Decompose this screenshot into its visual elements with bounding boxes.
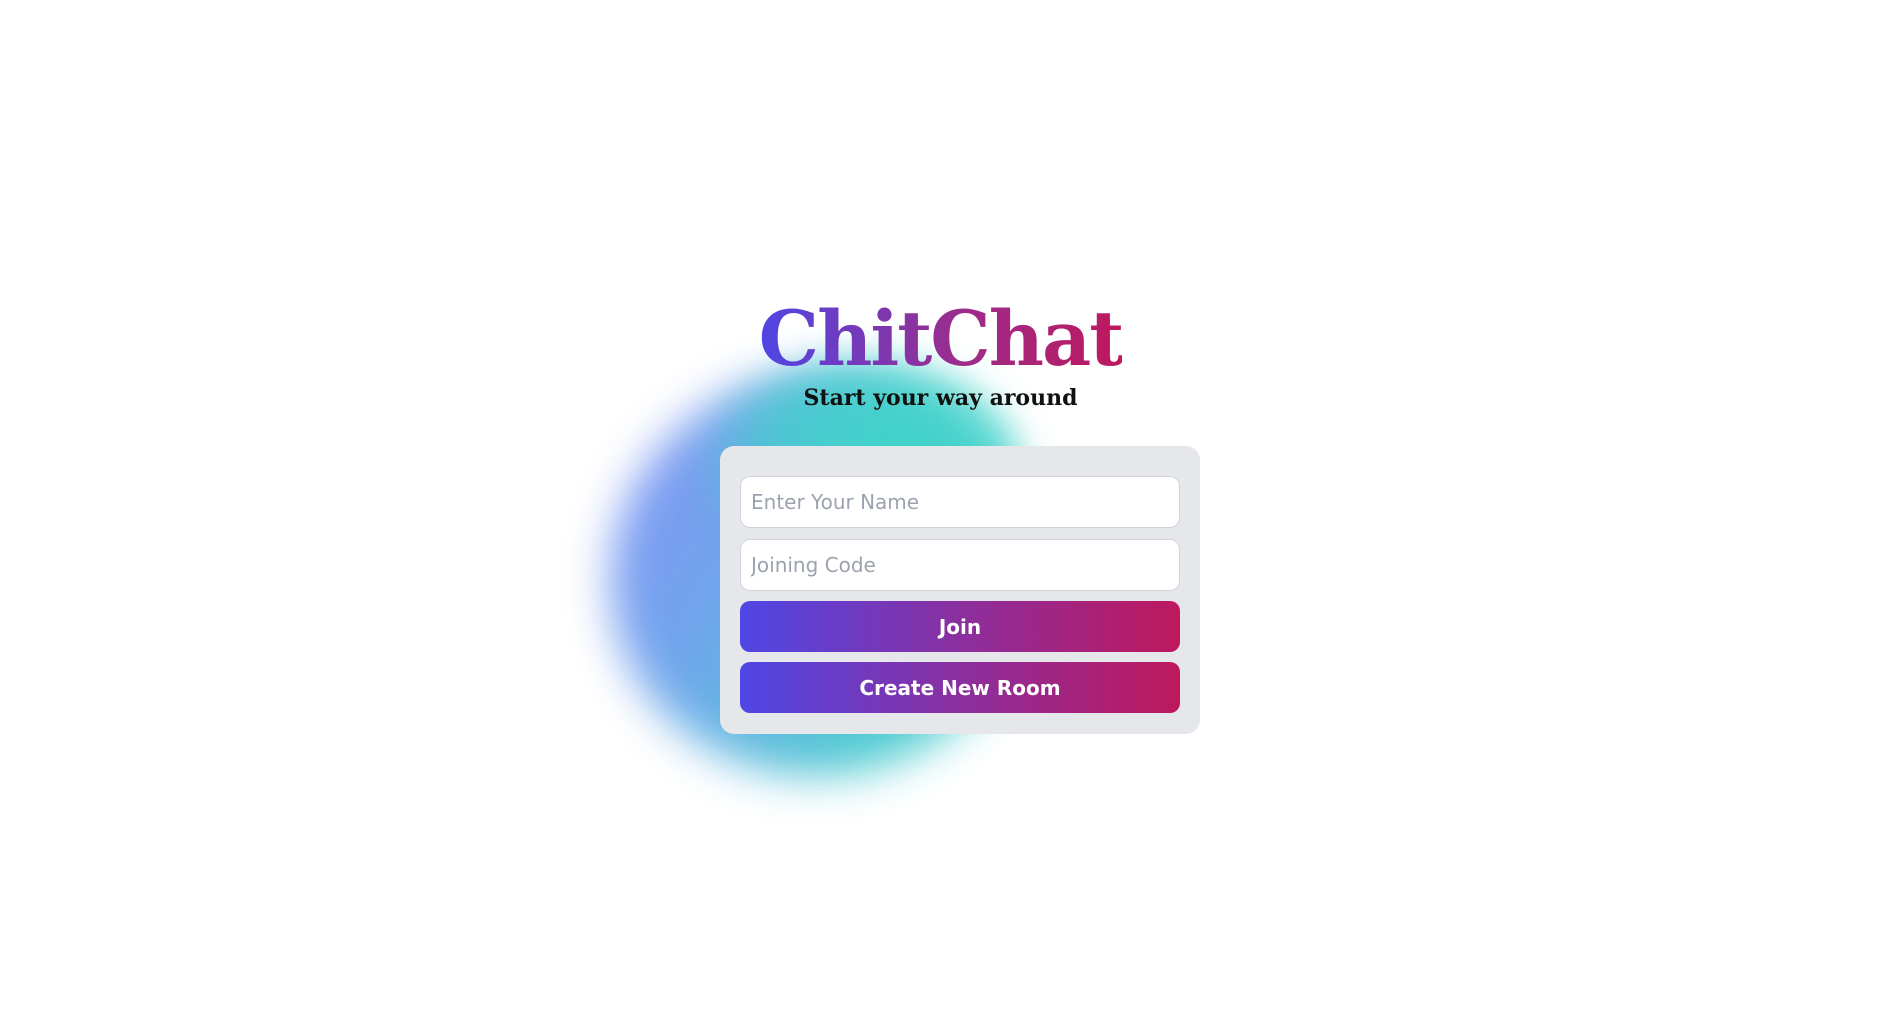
name-input[interactable] [740, 476, 1180, 528]
app-title-text: ChitChat [758, 294, 1125, 383]
join-form-card: Join Create New Room [720, 446, 1200, 734]
app-subtitle: Start your way around [803, 385, 1078, 411]
joining-code-input[interactable] [740, 539, 1180, 591]
join-button[interactable]: Join [740, 601, 1180, 652]
page: ChitChat Start your way around Join Crea… [0, 0, 1881, 1030]
create-new-room-button[interactable]: Create New Room [740, 662, 1180, 713]
app-title: ChitChat [0, 296, 1881, 382]
